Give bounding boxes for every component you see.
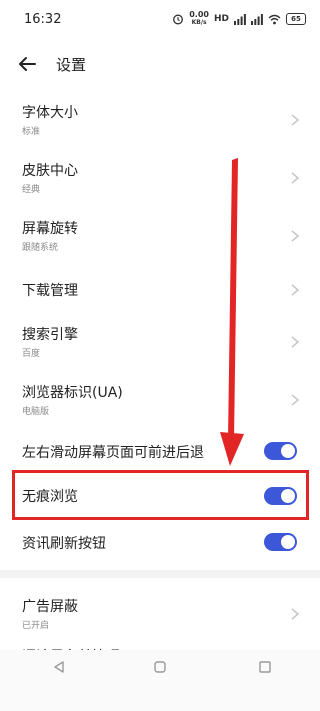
chevron-right-icon [291, 172, 300, 184]
setting-swipe-navigation[interactable]: 左右滑动屏幕页面可前进后退 [0, 434, 320, 468]
chevron-right-icon [291, 336, 300, 348]
setting-ad-block[interactable]: 广告屏蔽 已开启 [0, 592, 320, 640]
battery-icon: 65 [286, 13, 306, 25]
setting-value: 已开启 [22, 621, 50, 631]
toggle-knob [281, 535, 295, 549]
setting-news-refresh[interactable]: 资讯刷新按钮 [0, 526, 320, 560]
arrow-left-icon[interactable] [15, 51, 41, 77]
chevron-right-icon [291, 608, 300, 620]
alarm-icon [173, 14, 184, 25]
signal-icon [251, 13, 263, 25]
speed-icon: 0.00 KB/s [189, 11, 209, 27]
chevron-right-icon [291, 394, 300, 406]
setting-label: 皮肤中心 [22, 163, 78, 179]
page-title: 设置 [56, 56, 87, 74]
top-toolbar: 设置 [0, 44, 320, 84]
swipe-navigation-toggle[interactable] [264, 442, 297, 460]
news-refresh-toggle[interactable] [264, 533, 297, 551]
setting-label: 搜索引擎 [22, 327, 78, 343]
chevron-right-icon [291, 284, 300, 296]
setting-value: 跟随系统 [22, 243, 59, 253]
signal-icon [234, 13, 246, 25]
setting-label: 字体大小 [22, 105, 78, 121]
setting-font-size[interactable]: 字体大小 标准 [0, 96, 320, 144]
wifi-icon [268, 14, 281, 24]
setting-browser-ua[interactable]: 浏览器标识(UA) 电脑版 [0, 376, 320, 424]
setting-label: 浏览器标识(UA) [22, 385, 123, 401]
status-time: 16:32 [24, 12, 62, 27]
speed-unit: KB/s [191, 19, 207, 26]
toggle-knob [281, 444, 295, 458]
setting-screen-rotation[interactable]: 屏幕旋转 跟随系统 [0, 212, 320, 260]
setting-label: 左右滑动屏幕页面可前进后退 [22, 445, 204, 461]
status-bar: 16:32 0.00 KB/s HD 65 [0, 0, 320, 40]
speed-value: 0.00 [189, 10, 209, 19]
setting-value: 百度 [22, 349, 41, 359]
setting-value: 标准 [22, 127, 41, 137]
setting-value: 电脑版 [22, 407, 50, 417]
status-icons: 0.00 KB/s HD 65 [172, 11, 306, 27]
section-divider [0, 570, 320, 578]
setting-label: 资讯刷新按钮 [22, 536, 106, 552]
home-square-icon[interactable] [153, 660, 167, 674]
setting-search-engine[interactable]: 搜索引擎 百度 [0, 318, 320, 366]
back-triangle-icon[interactable] [52, 660, 66, 674]
system-nav-bar [0, 650, 320, 711]
highlight-box [12, 470, 309, 520]
recents-square-icon[interactable] [258, 660, 272, 674]
setting-label: 广告屏蔽 [22, 599, 78, 615]
setting-label: 屏幕旋转 [22, 221, 78, 237]
setting-label: 下载管理 [22, 283, 78, 299]
hd-icon: HD [213, 14, 229, 24]
chevron-right-icon [291, 230, 300, 242]
setting-download-manager[interactable]: 下载管理 [0, 270, 320, 310]
setting-value: 经典 [22, 185, 41, 195]
chevron-right-icon [291, 114, 300, 126]
setting-skin-center[interactable]: 皮肤中心 经典 [0, 154, 320, 202]
